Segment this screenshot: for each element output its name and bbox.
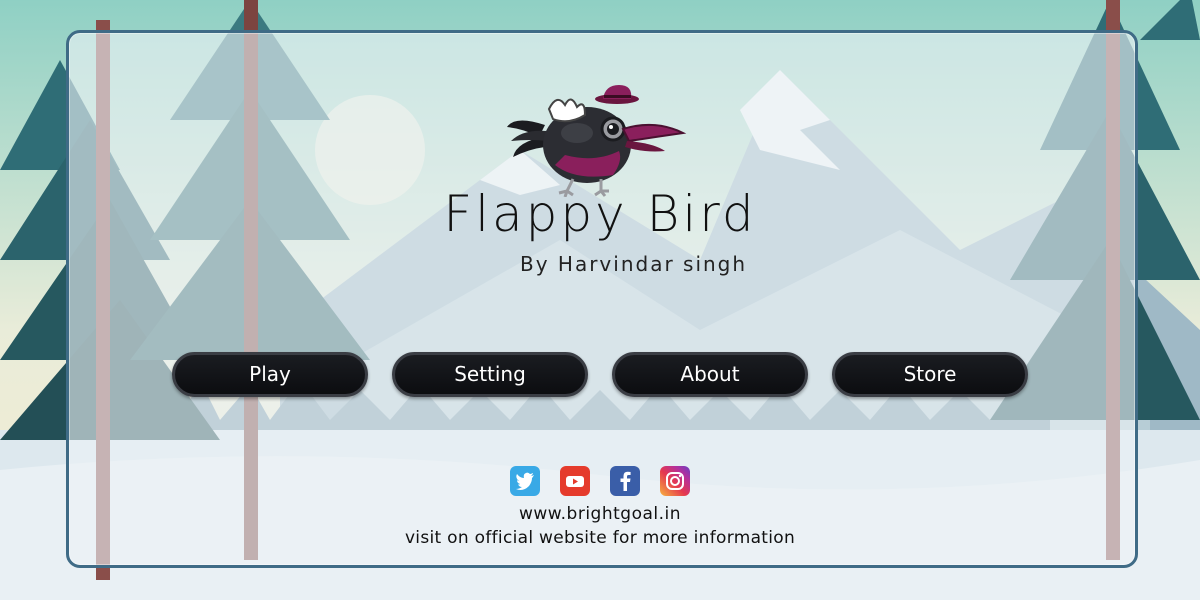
visit-message: visit on official website for more infor…	[404, 528, 796, 548]
flappy-bird-mascot	[507, 85, 687, 197]
setting-button[interactable]: Setting	[392, 352, 588, 397]
twitter-icon[interactable]	[510, 466, 540, 496]
youtube-icon[interactable]	[560, 466, 590, 496]
about-button[interactable]: About	[612, 352, 808, 397]
game-title: Flappy Bird	[443, 185, 757, 243]
website-link[interactable]: www.brightgoal.in	[450, 503, 750, 525]
play-button[interactable]: Play	[172, 352, 368, 397]
facebook-icon[interactable]	[610, 466, 640, 496]
store-button[interactable]: Store	[832, 352, 1028, 397]
instagram-icon[interactable]	[660, 466, 690, 496]
game-subtitle: By Harvindar singh	[520, 252, 748, 276]
